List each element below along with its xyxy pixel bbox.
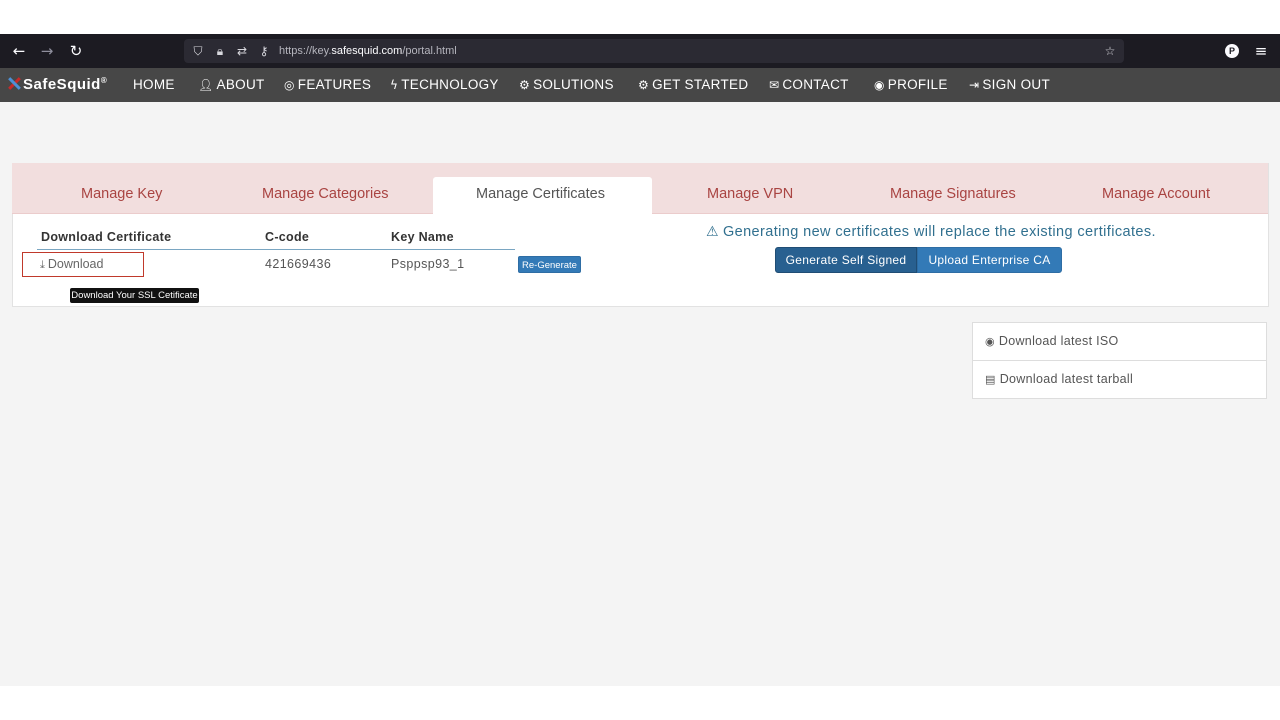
nav-technology[interactable]: ϟ TECHNOLOGY (390, 77, 499, 92)
bookmark-star-icon[interactable]: ☆ (1103, 43, 1117, 59)
gears-icon: ⚙ (638, 78, 650, 92)
profile-avatar[interactable]: P (1225, 44, 1239, 58)
gears-icon: ⚙ (519, 78, 531, 92)
user-circle-icon: ◉ (874, 78, 885, 92)
menu-icon[interactable]: ≡ (1252, 42, 1270, 60)
generate-self-signed-button[interactable]: Generate Self Signed (775, 247, 917, 273)
list-divider (973, 360, 1266, 361)
tab-manage-key[interactable]: Manage Key (81, 186, 162, 202)
download-iso-link[interactable]: ◉ Download latest ISO (985, 334, 1119, 348)
sign-out-icon: ⇥ (969, 78, 980, 92)
nav-get-started[interactable]: ⚙ GET STARTED (638, 77, 748, 92)
top-margin (0, 0, 1280, 34)
download-tarball-link[interactable]: ▤ Download latest tarball (985, 372, 1133, 386)
disc-icon: ◉ (985, 335, 995, 348)
shield-icon[interactable]: ⛉ (191, 43, 205, 59)
tab-manage-vpn[interactable]: Manage VPN (707, 186, 793, 202)
nav-home[interactable]: HOME (133, 77, 175, 92)
column-header-ccode: C-code (265, 230, 310, 244)
key-icon[interactable]: ⚷ (257, 43, 271, 59)
url-text[interactable]: https://key.safesquid.com/portal.html (279, 45, 457, 57)
download-tooltip: Download Your SSL Cetificate (70, 288, 199, 303)
tab-manage-signatures[interactable]: Manage Signatures (890, 186, 1016, 202)
download-icon: ⤓ (40, 258, 45, 271)
tab-manage-account[interactable]: Manage Account (1102, 186, 1210, 202)
certificate-warning: ⚠ Generating new certificates will replac… (706, 224, 1156, 240)
brand-logo[interactable]: SafeSquid® (8, 76, 107, 93)
key-name-value: Psppsp93_1 (391, 257, 465, 271)
nav-contact[interactable]: ✉ CONTACT (769, 77, 849, 92)
user-icon: 👤︎ (198, 78, 214, 92)
tab-manage-certificates[interactable]: Manage Certificates (476, 186, 605, 202)
nav-sign-out[interactable]: ⇥ SIGN OUT (969, 77, 1050, 92)
download-certificate-link[interactable]: ⤓ Download (40, 257, 103, 272)
reload-icon[interactable]: ↻ (67, 42, 85, 60)
back-icon[interactable]: ← (10, 42, 28, 60)
table-header-divider (37, 249, 515, 250)
bolt-icon: ϟ (390, 78, 399, 92)
upload-enterprise-ca-button[interactable]: Upload Enterprise CA (917, 247, 1062, 273)
column-header-key-name: Key Name (391, 230, 454, 244)
lock-icon[interactable]: 🔒︎ (213, 43, 227, 59)
forward-icon[interactable]: → (38, 42, 56, 60)
file-icon: ▤ (985, 373, 996, 386)
ccode-value: 421669436 (265, 257, 332, 271)
target-icon: ◎ (284, 78, 295, 92)
column-header-download: Download Certificate (41, 230, 172, 244)
permissions-icon[interactable]: ⇄ (235, 43, 249, 59)
warning-icon: ⚠ (706, 224, 719, 240)
logo-icon (8, 77, 21, 90)
nav-features[interactable]: ◎ FEATURES (284, 77, 371, 92)
nav-profile[interactable]: ◉ PROFILE (874, 77, 948, 92)
nav-about[interactable]: 👤︎ ABOUT (198, 77, 265, 92)
envelope-icon: ✉ (769, 78, 780, 92)
regenerate-button[interactable]: Re-Generate (518, 256, 581, 273)
bottom-margin (0, 686, 1280, 720)
tab-manage-categories[interactable]: Manage Categories (262, 186, 389, 202)
nav-solutions[interactable]: ⚙ SOLUTIONS (519, 77, 614, 92)
